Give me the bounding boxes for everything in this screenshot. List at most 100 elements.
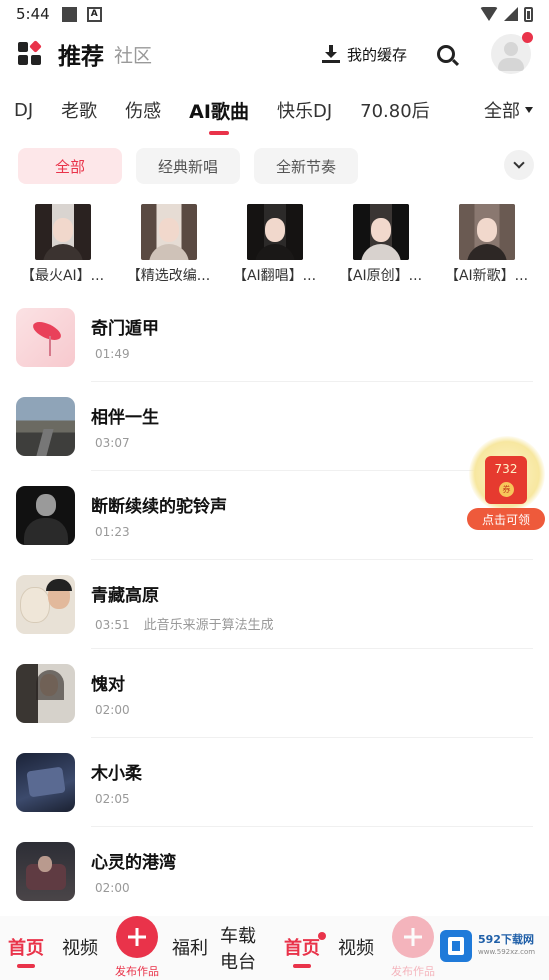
song-cover: [16, 486, 75, 545]
song-cover: [16, 753, 75, 812]
plus-icon: [116, 916, 158, 958]
playlist-name: 【精选改编...: [126, 268, 211, 284]
song-duration: 01:23: [95, 525, 130, 539]
chip-classic-remake[interactable]: 经典新唱: [136, 148, 240, 184]
song-meta: 03:07: [95, 436, 130, 450]
caret-down-icon: [525, 107, 533, 113]
song-cover: [16, 308, 75, 367]
coupon-coin: 券: [499, 482, 514, 497]
site-url: www.592xz.com: [478, 948, 536, 956]
song-item[interactable]: 青藏高原 03:51 此音乐来源于算法生成: [0, 565, 549, 654]
tab-recommend[interactable]: 推荐: [58, 37, 104, 71]
nav-home[interactable]: 首页: [8, 934, 44, 960]
nav-badge-dot: [318, 932, 326, 940]
top-header: 推荐 社区 我的缓存: [0, 32, 549, 76]
song-meta: 03:51 此音乐来源于算法生成: [95, 614, 274, 633]
tab-community[interactable]: 社区: [114, 41, 152, 68]
song-duration: 01:49: [95, 347, 130, 361]
apps-grid-icon[interactable]: [18, 40, 42, 66]
all-categories-button[interactable]: 全部: [476, 92, 533, 128]
song-duration: 02:00: [95, 881, 130, 895]
category-tabs: DJ 老歌 伤感 AI歌曲 快乐DJ 70.80后 全部: [0, 92, 549, 128]
site-watermark: 592下载网 www.592xz.com: [440, 928, 548, 964]
song-item[interactable]: 木小柔 02:05: [0, 743, 549, 832]
song-source-note: 此音乐来源于算法生成: [143, 618, 274, 633]
publish-button-2[interactable]: 发布作品: [380, 916, 446, 979]
bottom-nav: 首页 视频 发布作品 福利 车载电台 首页 视频 发布作品 592下载网 www.…: [0, 916, 549, 980]
song-meta: 02:05: [95, 792, 130, 806]
all-categories-label: 全部: [484, 101, 520, 122]
plus-icon: [392, 916, 434, 958]
category-tab-ai-songs[interactable]: AI歌曲: [189, 97, 249, 124]
publish-label-2: 发布作品: [391, 965, 435, 978]
playlist-name: 【最火AI】...: [20, 268, 105, 284]
nav-home-2[interactable]: 首页: [284, 932, 326, 960]
sub-filter-chips: 全部 经典新唱 全新节奏: [18, 148, 538, 184]
category-tab-7080[interactable]: 70.80后: [360, 97, 430, 123]
my-cache-button[interactable]: 我的缓存: [321, 44, 407, 65]
category-tab-dj[interactable]: DJ: [14, 100, 33, 121]
notification-icon: [61, 6, 77, 22]
song-cover: [16, 397, 75, 456]
song-duration: 03:07: [95, 436, 130, 450]
playlist-cover: [458, 204, 515, 260]
playlist-cover: [34, 204, 91, 260]
playlist-row: 【最火AI】... 【精选改编... 【AI翻唱】... 【AI原创】... 【…: [0, 204, 549, 286]
song-title: 青藏高原: [91, 586, 159, 606]
app-notification-icon: A: [86, 6, 102, 22]
nav-car-radio[interactable]: 车载电台: [220, 924, 260, 976]
song-cover: [16, 664, 75, 723]
playlist-card[interactable]: 【AI原创】...: [328, 204, 433, 285]
category-tab-oldies[interactable]: 老歌: [61, 97, 97, 123]
avatar[interactable]: [491, 32, 533, 74]
song-title: 相伴一生: [91, 408, 159, 428]
red-packet-reward-button[interactable]: 732 券 点击可领: [465, 434, 547, 532]
song-title: 愧对: [91, 675, 125, 695]
playlist-card[interactable]: 【最火AI】...: [10, 204, 115, 285]
playlist-card[interactable]: 【AI新歌】...: [434, 204, 539, 285]
chevron-down-icon: [513, 157, 525, 169]
song-item[interactable]: 愧对 02:00: [0, 654, 549, 743]
song-meta: 02:00: [95, 703, 130, 717]
song-duration: 02:05: [95, 792, 130, 806]
song-item[interactable]: 心灵的港湾 02:00: [0, 832, 549, 921]
search-icon[interactable]: [437, 45, 455, 63]
nav-home-2-label: 首页: [284, 938, 320, 959]
song-list: 奇门遁甲 01:49 相伴一生 03:07 断断续续的驼铃声 01:23 青藏高…: [0, 298, 549, 921]
playlist-cover: [246, 204, 303, 260]
song-title: 心灵的港湾: [91, 853, 176, 873]
song-item[interactable]: 奇门遁甲 01:49: [0, 298, 549, 387]
playlist-name: 【AI翻唱】...: [232, 268, 317, 284]
song-title: 断断续续的驼铃声: [91, 497, 227, 517]
notification-dot: [522, 32, 533, 43]
category-tab-sad[interactable]: 伤感: [125, 97, 161, 123]
red-packet-icon: 732 券: [485, 456, 527, 504]
song-title: 木小柔: [91, 764, 142, 784]
nav-welfare[interactable]: 福利: [172, 934, 208, 960]
status-bar: 5:44 A: [0, 0, 549, 28]
song-meta: 01:23: [95, 525, 130, 539]
playlist-card[interactable]: 【AI翻唱】...: [222, 204, 327, 285]
chip-all[interactable]: 全部: [18, 148, 122, 184]
reward-amount: 732: [494, 462, 518, 476]
song-cover: [16, 842, 75, 901]
expand-filters-button[interactable]: [504, 150, 534, 180]
song-title: 奇门遁甲: [91, 319, 159, 339]
nav-video[interactable]: 视频: [62, 934, 98, 960]
playlist-card[interactable]: 【精选改编...: [116, 204, 221, 285]
claim-label: 点击可领: [467, 508, 545, 530]
battery-icon: [524, 6, 533, 22]
song-meta: 01:49: [95, 347, 130, 361]
song-duration: 03:51: [95, 618, 130, 632]
site-logo: [440, 930, 472, 962]
site-name: 592下载网 www.592xz.com: [478, 933, 535, 959]
playlist-cover: [352, 204, 409, 260]
publish-button[interactable]: 发布作品: [104, 916, 170, 979]
wifi-icon: [480, 7, 498, 21]
category-tab-happy-dj[interactable]: 快乐DJ: [277, 97, 332, 123]
nav-video-2[interactable]: 视频: [338, 934, 374, 960]
playlist-cover: [140, 204, 197, 260]
chip-new-rhythm[interactable]: 全新节奏: [254, 148, 358, 184]
playlist-name: 【AI原创】...: [338, 268, 423, 284]
song-cover: [16, 575, 75, 634]
